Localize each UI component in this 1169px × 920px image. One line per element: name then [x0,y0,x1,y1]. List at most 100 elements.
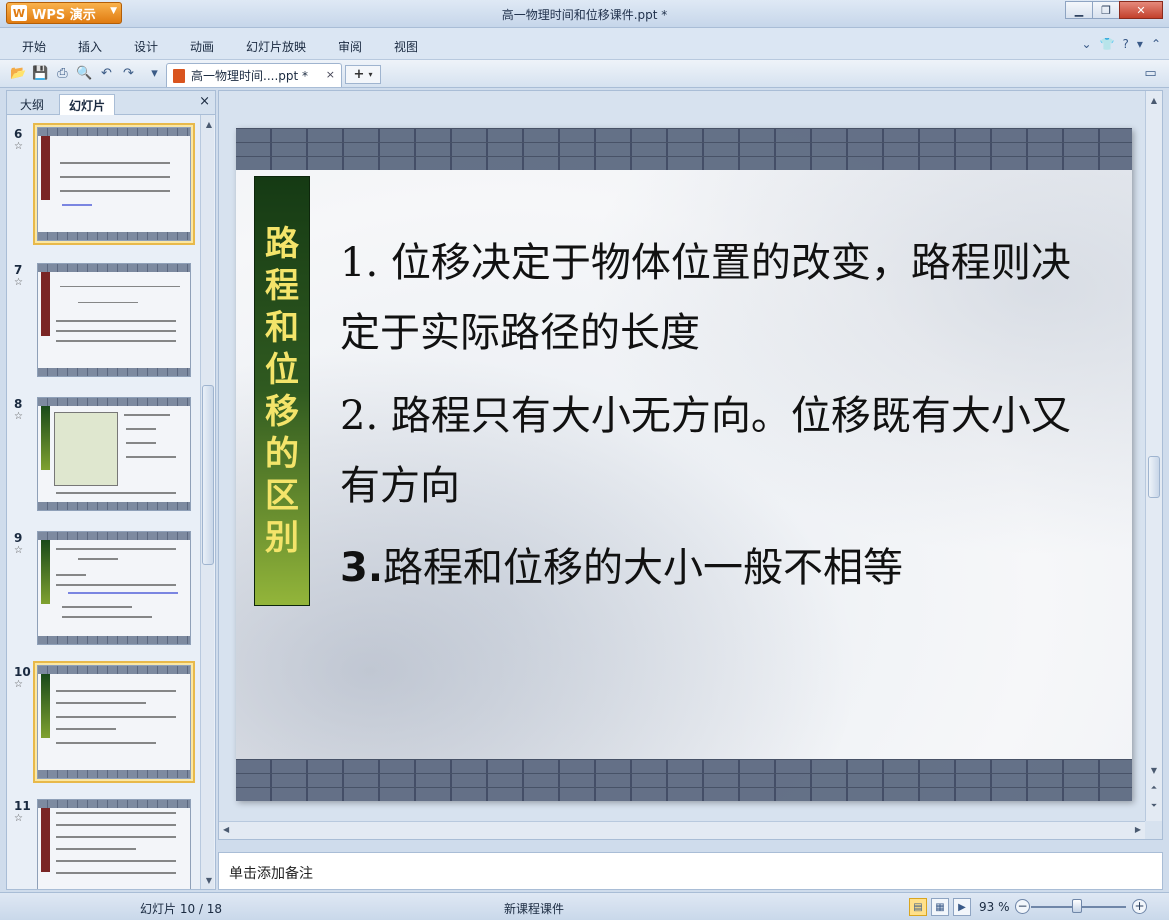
scroll-left-icon[interactable]: ◀ [223,825,229,834]
thumbnail-frame [33,527,195,649]
layout-toggle-icon[interactable]: ▭ [1142,65,1159,82]
thumbnail-image [37,127,191,241]
thumbnail-scrollbar[interactable]: ▲ ▼ [200,115,214,889]
normal-view-icon[interactable]: ▤ [909,898,927,916]
slide-panel: 大纲 幻灯片 × 6 ☆ 7 ☆ 8 ☆ 9 ☆ 10 ☆ 11 ☆ ▲ ▼ [6,90,216,890]
minimize-button[interactable]: ▁ [1065,1,1093,19]
thumbnail-number: 10 [14,665,31,679]
zoom-level: 93 % [979,900,1010,914]
help-dropdown-icon[interactable]: ▾ [1137,37,1143,51]
zoom-in-button[interactable]: + [1132,899,1147,914]
scrollbar-thumb[interactable] [202,385,214,565]
paragraph-2[interactable]: 2. 路程只有大小无方向。位移既有大小又有方向 [340,381,1080,521]
slide-editor: 路 程 和 位 移 的 区 别 1. 位移决定于物体位置的改变，路程则决定于实际… [218,90,1163,840]
quick-toolbar: 📂 💾 ⎙ 🔍 ↶ ↷ ▾ 高一物理时间....ppt * × + ▾ ▭ [0,60,1169,88]
scroll-up-icon[interactable]: ▲ [201,117,217,131]
close-button[interactable]: ✕ [1119,1,1163,19]
scroll-down-icon[interactable]: ▼ [201,873,217,887]
title-char: 和 [265,308,299,348]
new-tab-button[interactable]: + ▾ [345,65,381,84]
slide-sorter-view-icon[interactable]: ▦ [931,898,949,916]
plus-icon: + [353,67,365,82]
previous-slide-icon[interactable]: ⏶ [1146,781,1162,795]
menu-animation[interactable]: 动画 [190,38,214,55]
window-controls: ▁ ❐ ✕ [1065,1,1163,19]
template-name: 新课程课件 [504,902,565,916]
print-preview-icon[interactable]: 🔍 [76,65,93,82]
current-slide[interactable]: 路 程 和 位 移 的 区 别 1. 位移决定于物体位置的改变，路程则决定于实际… [236,128,1132,801]
slideshow-view-icon[interactable]: ▶ [953,898,971,916]
scroll-right-icon[interactable]: ▶ [1135,825,1141,834]
panel-close-icon[interactable]: × [199,94,210,109]
new-tab-dropdown-icon[interactable]: ▾ [368,70,372,79]
menu-slideshow[interactable]: 幻灯片放映 [246,38,306,55]
thumbnail-image [37,799,191,889]
next-slide-icon[interactable]: ⏷ [1146,799,1162,813]
thumbnail-slide-9[interactable]: 9 ☆ [11,527,199,649]
scrollbar-thumb[interactable] [1148,456,1160,498]
document-tab[interactable]: 高一物理时间....ppt * × [166,63,342,87]
thumbnail-slide-8[interactable]: 8 ☆ [11,393,199,515]
editor-vertical-scrollbar[interactable]: ▲ ▼ ⏶ ⏷ [1145,91,1162,821]
title-char: 移 [265,392,299,432]
customize-toolbar-icon[interactable]: ▾ [146,65,163,82]
menu-home[interactable]: 开始 [22,38,46,55]
chevron-down-icon[interactable]: ⌄ [1082,37,1092,51]
slide-indicator: 幻灯片 10 / 18 [140,902,223,916]
tab-slides[interactable]: 幻灯片 [59,94,116,115]
thumbnail-slide-7[interactable]: 7 ☆ [11,259,199,381]
ppt-file-icon [173,68,185,83]
thumbnail-number: 7 [14,263,23,277]
title-char: 的 [265,434,299,474]
brick-border-top [236,128,1132,170]
notes-pane[interactable]: 单击添加备注 [218,852,1163,890]
menu-insert[interactable]: 插入 [78,38,102,55]
document-tab-label: 高一物理时间....ppt * [191,69,309,83]
animation-star-icon: ☆ [14,411,23,422]
title-char: 程 [265,266,299,306]
help-icon[interactable]: ? [1123,37,1129,51]
thumbnail-frame [33,661,195,783]
thumbnail-slide-6[interactable]: 6 ☆ [11,123,199,245]
thumbnail-number: 9 [14,531,23,545]
paragraph-3-text: 路程和位移的大小一般不相等 [383,545,904,591]
animation-star-icon: ☆ [14,813,23,824]
menu-view[interactable]: 视图 [394,38,418,55]
undo-icon[interactable]: ↶ [98,65,115,82]
thumbnail-frame [33,393,195,515]
thumbnail-list: 6 ☆ 7 ☆ 8 ☆ 9 ☆ 10 ☆ 11 ☆ [7,115,201,889]
animation-star-icon: ☆ [14,277,23,288]
brick-border-bottom [236,759,1132,801]
paragraph-1[interactable]: 1. 位移决定于物体位置的改变，路程则决定于实际路径的长度 [340,228,1080,368]
thumbnail-slide-11[interactable]: 11 ☆ [11,795,199,889]
scroll-up-icon[interactable]: ▲ [1146,93,1162,107]
ribbon-minimize-icon[interactable]: ⌃ [1151,37,1161,51]
thumbnail-frame [33,123,195,245]
print-icon[interactable]: ⎙ [54,65,71,82]
open-folder-icon[interactable]: 📂 [10,65,27,82]
thumbnail-slide-10[interactable]: 10 ☆ [11,661,199,783]
thumbnail-image [37,665,191,779]
close-tab-icon[interactable]: × [326,68,335,81]
animation-star-icon: ☆ [14,679,23,690]
vertical-title[interactable]: 路 程 和 位 移 的 区 别 [254,176,310,606]
tab-outline[interactable]: 大纲 [11,94,53,115]
title-char: 位 [265,350,299,390]
restore-button[interactable]: ❐ [1092,1,1120,19]
editor-horizontal-scrollbar[interactable]: ◀ ▶ [219,821,1145,839]
paragraph-3[interactable]: 3.路程和位移的大小一般不相等 [340,533,1080,603]
menu-review[interactable]: 审阅 [338,38,362,55]
skin-icon[interactable]: 👕 [1100,37,1115,51]
zoom-slider-knob[interactable] [1072,899,1082,913]
scroll-down-icon[interactable]: ▼ [1146,763,1162,777]
redo-icon[interactable]: ↷ [120,65,137,82]
zoom-out-button[interactable]: − [1015,899,1030,914]
thumbnail-number: 11 [14,799,31,813]
menu-design[interactable]: 设计 [134,38,158,55]
title-bar: W WPS 演示 ▼ 高一物理时间和位移课件.ppt * ▁ ❐ ✕ [0,0,1169,28]
title-char: 别 [265,518,299,558]
menu-right-tools: ⌄ 👕 ? ▾ ⌃ [1082,37,1161,51]
save-icon[interactable]: 💾 [32,65,49,82]
paragraph-3-number: 3. [340,545,384,591]
menu-bar: 开始 插入 设计 动画 幻灯片放映 审阅 视图 ⌄ 👕 ? ▾ ⌃ [0,28,1169,60]
